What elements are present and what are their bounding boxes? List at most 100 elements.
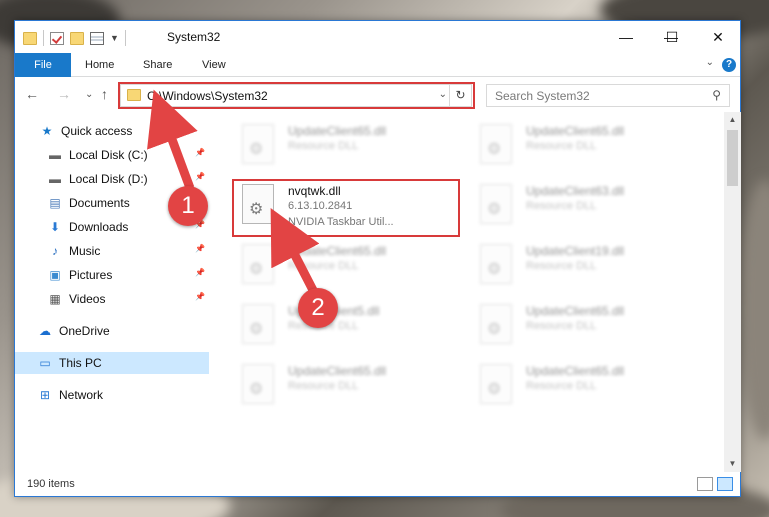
file-item[interactable]: ⚙ UpdateClient65.dll Resource DLL — [476, 120, 706, 176]
gear-icon: ⚙ — [249, 261, 264, 278]
pin-icon[interactable]: 📌 — [195, 172, 205, 181]
sidebar-item-label: Quick access — [61, 124, 133, 138]
gear-icon: ⚙ — [487, 141, 502, 158]
file-highlight-box — [232, 179, 460, 237]
file-item[interactable]: ⚙ UpdateClient63.dll Resource DLL — [476, 180, 706, 236]
drive-icon: ▬ — [49, 172, 61, 186]
toolbar-separator — [43, 30, 44, 46]
item-count: 190 items — [27, 478, 75, 490]
sidebar-item-onedrive[interactable]: ☁ OneDrive — [15, 320, 209, 342]
up-button[interactable]: ↑ — [101, 86, 108, 102]
dll-file-icon: ⚙ — [480, 244, 512, 284]
expand-ribbon-icon[interactable]: ⌄ — [706, 57, 714, 68]
address-highlight-box — [118, 82, 475, 109]
close-button[interactable]: ✕ — [695, 21, 741, 53]
large-icons-view-button[interactable] — [717, 477, 733, 491]
file-name: UpdateClient65.dll — [526, 304, 625, 318]
navigation-bar: ← → ⌄ ↑ C:\Windows\System32 ⌄ ↻ Search S… — [15, 78, 740, 112]
sidebar-item-label: Downloads — [69, 220, 129, 234]
sidebar-item-music[interactable]: ♪ Music 📌 — [15, 240, 209, 262]
toolbar-separator — [124, 30, 126, 46]
file-type: Resource DLL — [288, 380, 359, 392]
gear-icon: ⚙ — [487, 201, 502, 218]
file-type: Resource DLL — [288, 260, 359, 272]
file-name: UpdateClient65.dll — [526, 364, 625, 378]
file-item[interactable]: ⚙UpdateClient5.dllResource DLL — [238, 300, 468, 356]
search-icon[interactable]: ⚲ — [712, 88, 721, 102]
dll-file-icon: ⚙ — [480, 364, 512, 404]
star-icon: ★ — [41, 124, 53, 138]
dll-file-icon: ⚙ — [242, 124, 274, 164]
search-placeholder: Search System32 — [495, 89, 590, 103]
file-name: UpdateClient19.dll — [526, 244, 625, 258]
dll-file-icon: ⚙ — [242, 304, 274, 344]
sidebar-item-label: OneDrive — [59, 324, 110, 338]
sidebar-item-label: Local Disk (D:) — [69, 172, 148, 186]
file-name: UpdateClient65.dll — [288, 364, 387, 378]
tab-share[interactable]: Share — [131, 53, 184, 77]
tab-home[interactable]: Home — [73, 53, 126, 77]
file-item[interactable]: ⚙ UpdateClient19.dll Resource DLL — [476, 240, 706, 296]
customize-toolbar-icon[interactable] — [90, 31, 104, 45]
file-type: Resource DLL — [526, 260, 597, 272]
sidebar-item-label: Pictures — [69, 268, 113, 282]
sidebar-item-videos[interactable]: ▦ Videos 📌 — [15, 288, 209, 310]
file-item[interactable]: ⚙ UpdateClient65.dll Resource DLL — [238, 240, 468, 296]
chevron-down-icon[interactable]: ▼ — [110, 33, 119, 43]
documents-icon: ▤ — [49, 196, 61, 210]
step-1-callout: 1 — [168, 186, 208, 226]
pin-icon[interactable]: 📌 — [195, 268, 205, 277]
properties-check-icon[interactable] — [50, 31, 64, 45]
back-button[interactable]: ← — [25, 86, 39, 102]
file-name: UpdateClient65.dll — [526, 124, 625, 138]
file-name: UpdateClient63.dll — [526, 184, 625, 198]
dll-file-icon: ⚙ — [242, 364, 274, 404]
sidebar-item-network[interactable]: ⊞ Network — [15, 384, 209, 406]
sidebar-item-this-pc[interactable]: ▭ This PC — [15, 352, 209, 374]
scroll-thumb[interactable] — [727, 130, 738, 186]
vertical-scrollbar[interactable]: ▲ ▼ — [724, 112, 741, 472]
folder-icon[interactable] — [23, 31, 37, 45]
file-item[interactable]: ⚙ UpdateClient65.dll Resource DLL — [476, 360, 706, 416]
dll-file-icon: ⚙ — [480, 304, 512, 344]
gear-icon: ⚙ — [249, 381, 264, 398]
tab-view[interactable]: View — [190, 53, 238, 77]
sidebar-item-quick-access[interactable]: ★ Quick access — [15, 120, 209, 142]
navigation-pane: ★ Quick access ▬ Local Disk (C:) 📌 ▬ Local Dis… — [15, 112, 209, 472]
details-view-button[interactable] — [697, 477, 713, 491]
gear-icon: ⚙ — [249, 141, 264, 158]
file-item[interactable]: ⚙ UpdateClient65.dll Resource DLL — [238, 360, 468, 416]
status-bar: 190 items — [15, 472, 740, 496]
new-folder-icon[interactable] — [70, 31, 84, 45]
search-input[interactable]: Search System32 ⚲ — [486, 84, 730, 107]
window-title: System32 — [167, 30, 221, 44]
forward-button[interactable]: → — [57, 86, 71, 102]
dll-file-icon: ⚙ — [242, 244, 274, 284]
download-icon: ⬇ — [49, 220, 61, 234]
help-icon[interactable]: ? — [722, 58, 736, 72]
pin-icon[interactable]: 📌 — [195, 292, 205, 301]
file-name: UpdateClient65.dll — [288, 124, 387, 138]
sidebar-item-local-disk-c[interactable]: ▬ Local Disk (C:) 📌 — [15, 144, 209, 166]
step-2-callout: 2 — [298, 288, 338, 328]
file-type: Resource DLL — [288, 140, 359, 152]
pin-icon[interactable]: 📌 — [195, 148, 205, 157]
file-item[interactable]: ⚙ UpdateClient65.dll Resource DLL — [476, 300, 706, 356]
scroll-down-arrow[interactable]: ▼ — [724, 456, 741, 472]
file-item[interactable]: ⚙ UpdateClient65.dll Resource DLL — [238, 120, 468, 176]
videos-icon: ▦ — [49, 292, 61, 306]
explorer-window: ▼ System32 — — ☐ ✕ File Home Share View … — [14, 20, 741, 497]
file-list: ⚙ UpdateClient65.dll Resource DLL ⚙ nvqtwk.d… — [210, 112, 724, 472]
sidebar-item-label: Music — [69, 244, 101, 258]
sidebar-item-pictures[interactable]: ▣ Pictures 📌 — [15, 264, 209, 286]
sidebar-item-label: Network — [59, 388, 104, 402]
tab-file[interactable]: File — [15, 53, 71, 77]
scroll-up-arrow[interactable]: ▲ — [724, 112, 741, 128]
gear-icon: ⚙ — [487, 261, 502, 278]
pictures-icon: ▣ — [49, 268, 61, 282]
file-type: Resource DLL — [526, 140, 597, 152]
recent-locations-button[interactable]: ⌄ — [85, 89, 93, 100]
pin-icon[interactable]: 📌 — [195, 244, 205, 253]
maximize-button[interactable]: ☐ — [649, 21, 695, 53]
minimize-button[interactable]: — — [603, 21, 649, 53]
